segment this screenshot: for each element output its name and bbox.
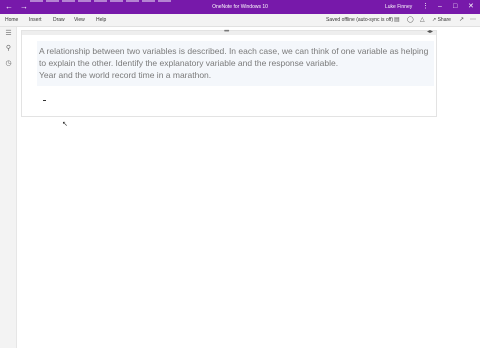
sync-status: Saved offline (auto-sync is off): [326, 17, 394, 23]
drag-handle-icon[interactable]: ••••: [224, 28, 230, 36]
container-handle[interactable]: [22, 31, 436, 35]
user-name[interactable]: Luke Finney: [385, 3, 412, 11]
notebooks-icon[interactable]: ☰: [4, 29, 13, 38]
window-tab-strip: [30, 0, 180, 2]
lightbulb-icon[interactable]: ◯: [407, 15, 414, 25]
note-container[interactable]: •••• ◂▸ A relationship between two varia…: [21, 28, 439, 117]
tab-insert[interactable]: Insert: [29, 16, 42, 24]
fullscreen-icon[interactable]: ↗: [459, 15, 464, 25]
share-label: Share: [437, 17, 451, 23]
note-line-1[interactable]: A relationship between two variables is …: [39, 45, 439, 57]
tab-help[interactable]: Help: [96, 16, 106, 24]
left-nav-bar: ☰ ⚲ ◷: [0, 27, 17, 348]
note-line-3[interactable]: Year and the world record time in a mara…: [39, 69, 439, 81]
more-options-icon[interactable]: ⋮: [422, 2, 429, 12]
minimize-icon[interactable]: –: [438, 2, 442, 12]
more-icon[interactable]: ⋯: [470, 15, 476, 25]
bell-icon[interactable]: △: [420, 15, 425, 25]
search-icon[interactable]: ⚲: [4, 44, 13, 53]
tab-view[interactable]: View: [74, 16, 85, 24]
ribbon: Home Insert Draw View Help Saved offline…: [0, 14, 480, 27]
expand-container-icon[interactable]: ◂▸: [427, 28, 433, 36]
close-icon[interactable]: ✕: [468, 2, 474, 12]
text-cursor: [43, 100, 46, 101]
maximize-icon[interactable]: □: [453, 2, 457, 12]
tab-home[interactable]: Home: [5, 16, 18, 24]
title-bar: ← → OneNote for Windows 10 Luke Finney ⋮…: [0, 0, 480, 14]
share-button[interactable]: ↗ Share: [432, 16, 451, 24]
recent-clock-icon[interactable]: ◷: [4, 59, 13, 68]
tab-draw[interactable]: Draw: [53, 16, 65, 24]
mouse-pointer-icon: ↖: [62, 121, 68, 128]
notebook-icon[interactable]: ▤: [394, 15, 400, 25]
note-line-2[interactable]: to explain the other. Identify the expla…: [39, 57, 439, 69]
